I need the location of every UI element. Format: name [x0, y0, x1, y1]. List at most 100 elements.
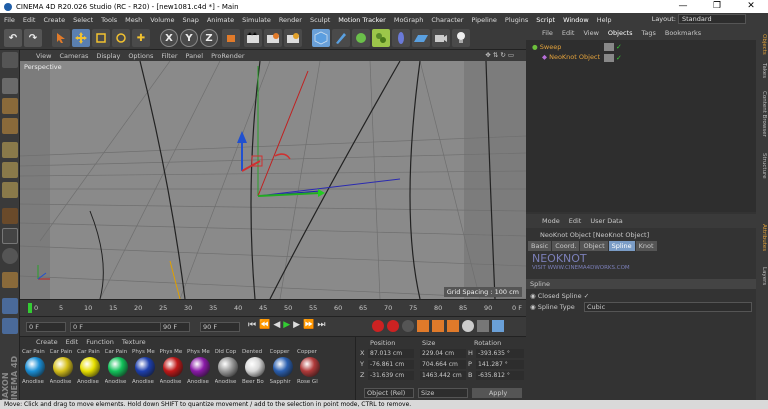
menu-pipeline[interactable]: Pipeline [471, 16, 496, 24]
enabled-check-icon[interactable]: ✓ [616, 54, 622, 62]
tab-knot[interactable]: Knot [635, 241, 657, 251]
menu-volume[interactable]: Volume [150, 16, 174, 24]
texture-mode-icon[interactable] [2, 98, 18, 114]
tree-item-neoknot[interactable]: ◆ NeoKnot Object [542, 53, 600, 61]
material-swatch[interactable]: Phys Me Anodise [132, 349, 158, 399]
menu-help[interactable]: Help [597, 16, 612, 24]
position-field[interactable]: -76.861 cm [368, 360, 414, 369]
position-field[interactable]: -31.639 cm [368, 371, 414, 380]
viewport-menu-display[interactable]: Display [96, 52, 120, 60]
maximize-button[interactable]: ❐ [700, 0, 734, 13]
coordinate-mode-select[interactable]: Object (Rel) [364, 388, 414, 398]
subdivision-icon[interactable] [352, 29, 370, 47]
material-menu-function[interactable]: Function [86, 338, 114, 346]
snap-icon[interactable] [2, 248, 18, 264]
workplane-icon[interactable] [2, 118, 18, 134]
minimize-button[interactable]: — [666, 0, 700, 13]
menu-script[interactable]: Script [536, 16, 555, 24]
edges-mode-icon[interactable] [2, 162, 18, 178]
camera-icon[interactable] [432, 29, 450, 47]
object-menu-view[interactable]: View [583, 29, 598, 37]
select-cursor-icon[interactable] [52, 29, 70, 47]
menu-file[interactable]: File [4, 16, 15, 24]
previous-key-icon[interactable]: ⏪ [259, 320, 270, 330]
visibility-toggle[interactable] [604, 54, 614, 62]
timeline-ruler[interactable]: 0 5 10 15 20 25 30 35 40 45 50 55 60 65 70 75 80 85 90 0 F [20, 299, 526, 316]
floor-icon[interactable] [412, 29, 430, 47]
tree-item-sweep[interactable]: ● Sweep [532, 43, 561, 51]
planar-workplane-icon[interactable] [2, 298, 18, 314]
render-picture-viewer-icon[interactable] [264, 29, 282, 47]
menu-select[interactable]: Select [73, 16, 93, 24]
rotation-key-icon[interactable] [447, 320, 459, 332]
vtab-content-browser[interactable]: Content Browser [757, 84, 767, 144]
close-button[interactable]: ✕ [734, 0, 768, 13]
spline-type-select[interactable]: Cubic [584, 302, 752, 312]
object-menu-edit[interactable]: Edit [562, 29, 575, 37]
cube-icon[interactable] [312, 29, 330, 47]
z-axis-button[interactable]: Z [200, 29, 218, 47]
menu-snap[interactable]: Snap [182, 16, 198, 24]
vtab-structure[interactable]: Structure [757, 146, 767, 186]
viewport-menu-filter[interactable]: Filter [161, 52, 177, 60]
go-to-start-icon[interactable]: ⏮ [248, 320, 256, 330]
tab-basic[interactable]: Basic [528, 241, 552, 251]
object-menu-tags[interactable]: Tags [641, 29, 655, 37]
material-swatch[interactable]: Dented Beer Bo [242, 349, 268, 399]
make-editable-icon[interactable] [2, 52, 18, 68]
tab-spline[interactable]: Spline [608, 241, 635, 251]
add-icon[interactable]: ✚ [132, 29, 150, 47]
size-mode-select[interactable]: Size [418, 388, 468, 398]
menu-sculpt[interactable]: Sculpt [310, 16, 330, 24]
radio-icon[interactable]: ◉ [530, 292, 536, 300]
closed-spline-checkbox[interactable]: ✓ [584, 292, 589, 300]
keyframe-selection-icon[interactable] [402, 320, 414, 332]
material-menu-edit[interactable]: Edit [66, 338, 79, 346]
vtab-attributes[interactable]: Attributes [757, 218, 767, 258]
scale-icon[interactable] [92, 29, 110, 47]
viewport-menu-options[interactable]: Options [128, 52, 153, 60]
tab-object[interactable]: Object [580, 241, 608, 251]
menu-tools[interactable]: Tools [101, 16, 117, 24]
redo-icon[interactable]: ↷ [24, 29, 42, 47]
pen-spline-icon[interactable] [332, 29, 350, 47]
visibility-toggle[interactable] [604, 43, 614, 51]
material-swatch[interactable]: Car Pain Anodise [77, 349, 103, 399]
material-menu-create[interactable]: Create [36, 338, 58, 346]
current-frame-field[interactable]: 0 F [26, 322, 66, 332]
size-field[interactable]: 704.664 cm [420, 360, 466, 369]
menu-motion-tracker[interactable]: Motion Tracker [338, 16, 386, 24]
record-active-objects-icon[interactable] [372, 320, 384, 332]
playhead[interactable] [28, 303, 32, 313]
min-frame-field[interactable]: 90 F [160, 322, 190, 332]
viewport-menu-cameras[interactable]: Cameras [59, 52, 88, 60]
radio-icon[interactable]: ◉ [530, 303, 536, 311]
next-key-icon[interactable]: ⏩ [303, 320, 314, 330]
attribute-menu-mode[interactable]: Mode [542, 217, 560, 225]
perspective-viewport[interactable]: Perspective Grid Spacing : 100 cm [20, 61, 526, 299]
vtab-objects[interactable]: Objects [757, 30, 767, 58]
rotation-field[interactable]: -393.635 ° [476, 349, 524, 358]
move-icon[interactable] [72, 29, 90, 47]
attribute-menu-edit[interactable]: Edit [569, 217, 582, 225]
play-icon[interactable]: ▶ [283, 320, 290, 330]
autokeying-icon[interactable] [387, 320, 399, 332]
scale-key-icon[interactable] [432, 320, 444, 332]
tweak-mode-icon[interactable] [2, 228, 18, 244]
menu-animate[interactable]: Animate [207, 16, 234, 24]
enabled-check-icon[interactable]: ✓ [616, 43, 622, 51]
size-field[interactable]: 229.04 cm [420, 349, 466, 358]
material-swatch[interactable]: Car Pain Anodise [22, 349, 48, 399]
deformer-icon[interactable] [392, 29, 410, 47]
pla-key-icon[interactable] [477, 320, 489, 332]
viewport-menu-panel[interactable]: Panel [186, 52, 204, 60]
material-swatch[interactable]: Phys Me Anodise [187, 349, 213, 399]
menu-render[interactable]: Render [279, 16, 302, 24]
menu-window[interactable]: Window [563, 16, 589, 24]
timeline-window-icon[interactable] [492, 320, 504, 332]
x-axis-button[interactable]: X [160, 29, 178, 47]
coordinate-system-icon[interactable] [222, 29, 240, 47]
material-swatch[interactable]: Phys Me Anodise [160, 349, 186, 399]
next-frame-icon[interactable]: ▶ [293, 320, 300, 330]
object-menu-file[interactable]: File [542, 29, 553, 37]
